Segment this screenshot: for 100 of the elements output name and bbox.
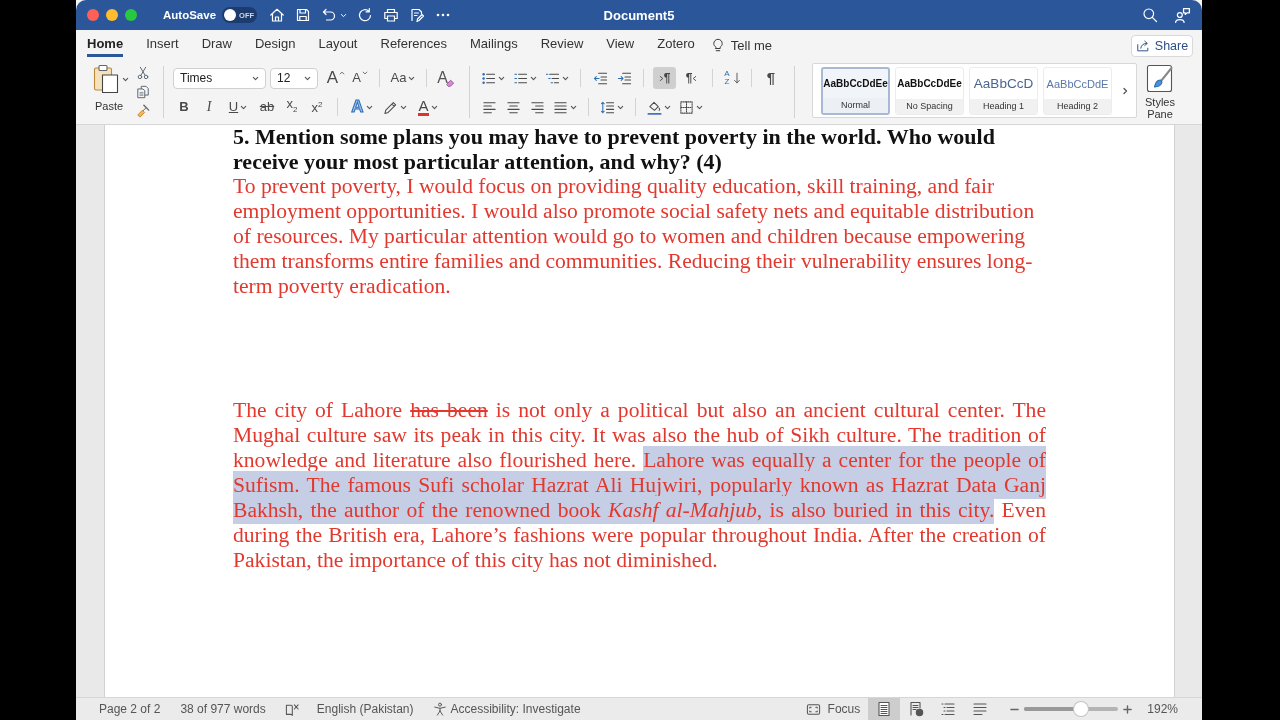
caret-icon xyxy=(562,74,569,82)
shrink-font-button[interactable]: A xyxy=(350,68,370,88)
caret-icon xyxy=(664,103,671,111)
italic-button[interactable]: I xyxy=(199,97,219,117)
decrease-indent-icon xyxy=(592,70,608,86)
ribbon-tab[interactable]: Mailings xyxy=(470,30,518,57)
left-to-right-button[interactable]: ¶ xyxy=(653,67,676,89)
lightbulb-icon xyxy=(710,38,725,52)
bulleted-list-icon xyxy=(481,70,496,86)
caret-icon xyxy=(696,103,703,111)
caret-icon xyxy=(122,75,129,83)
chevron-up-icon xyxy=(339,70,346,76)
ribbon-tab[interactable]: Layout xyxy=(318,30,358,57)
ribbon-tab[interactable]: Zotero xyxy=(657,30,695,57)
chevron-right-icon xyxy=(658,74,664,82)
ribbon-tab[interactable]: View xyxy=(606,30,635,57)
focus-button[interactable]: Focus xyxy=(805,701,861,717)
chevron-right-icon[interactable] xyxy=(1121,86,1129,95)
lines-icon xyxy=(972,701,989,717)
printer-icon[interactable] xyxy=(383,7,400,23)
undo-icon[interactable] xyxy=(321,7,338,23)
align-right-icon xyxy=(529,99,545,115)
ribbon-tab[interactable]: Draw xyxy=(201,30,232,57)
word-count[interactable]: 38 of 977 words xyxy=(180,702,266,716)
page-count: Page 2 of 2 xyxy=(99,702,161,716)
scissors-icon[interactable] xyxy=(136,66,150,80)
question-heading: 5. Mention some plans you may have to prevent poverty in the world. Who would receive your most particular attention, and why? (4) xyxy=(233,125,996,174)
font-size-field[interactable]: 12 xyxy=(270,67,318,89)
window-title: Document5 xyxy=(603,7,675,23)
home-icon[interactable] xyxy=(269,7,286,23)
caret-icon xyxy=(570,103,577,111)
align-left-icon xyxy=(481,99,497,115)
search-icon[interactable] xyxy=(1142,7,1158,23)
document-pen-icon[interactable] xyxy=(409,7,426,23)
caret-icon xyxy=(252,74,259,82)
copy-icon[interactable] xyxy=(136,85,150,99)
caret-icon xyxy=(408,74,416,82)
caret-icon xyxy=(617,103,624,111)
zoom-in-icon[interactable] xyxy=(1123,704,1133,714)
accessibility-label[interactable]: Accessibility: Investigate xyxy=(450,702,581,716)
sort-button[interactable]: A Z xyxy=(722,68,742,88)
outline-list-icon xyxy=(940,701,957,717)
strikethrough-button[interactable]: ab xyxy=(257,97,277,117)
caret-icon xyxy=(304,74,311,82)
ribbon-tab[interactable]: Review xyxy=(540,30,584,57)
paint-bucket-icon xyxy=(647,99,662,115)
show-marks-button[interactable]: ¶ xyxy=(761,68,781,88)
autosave-label: AutoSave xyxy=(163,9,217,21)
chevron-left-icon xyxy=(692,74,698,82)
paintbrush-icon[interactable] xyxy=(136,104,150,118)
person-chat-icon[interactable] xyxy=(1174,6,1191,24)
save-icon[interactable] xyxy=(295,7,312,23)
grow-font-button[interactable]: A xyxy=(326,68,346,88)
clipboard-icon xyxy=(93,64,121,94)
tell-me-button[interactable]: Tell me xyxy=(710,30,772,58)
ribbon-tab[interactable]: Design xyxy=(255,30,296,57)
superscript-button[interactable]: x$^{2}$ xyxy=(307,97,327,117)
zoom-slider[interactable] xyxy=(1024,702,1119,716)
style-option[interactable]: AaBbCcDdEe Normal xyxy=(821,66,890,115)
subscript-button[interactable]: x$_{2}$ xyxy=(282,97,302,117)
style-option[interactable]: AaBbCcDdEe No Spacing xyxy=(895,66,964,115)
accessibility-icon[interactable] xyxy=(432,702,447,716)
underline-button[interactable]: U xyxy=(224,97,252,117)
style-option[interactable]: AaBbCcDdE Heading 2 xyxy=(1043,66,1112,115)
increase-indent-icon xyxy=(616,70,632,86)
book-icon[interactable] xyxy=(284,701,300,717)
language-label[interactable]: English (Pakistan) xyxy=(316,702,414,716)
change-case-button[interactable]: Aa xyxy=(389,68,417,88)
caret-icon xyxy=(530,74,537,82)
share-icon xyxy=(1135,39,1150,53)
ribbon-tab[interactable]: Insert xyxy=(146,30,179,57)
caret-icon xyxy=(365,103,373,111)
line-spacing-icon xyxy=(600,99,615,115)
justify-icon xyxy=(553,99,568,115)
page-lines-icon xyxy=(876,701,893,717)
font-name-field[interactable]: Times xyxy=(173,67,266,89)
caret-icon xyxy=(400,103,407,111)
style-option[interactable]: AaBbCcD Heading 1 xyxy=(969,66,1038,115)
frame-icon xyxy=(805,701,821,717)
share-button[interactable]: Share xyxy=(1131,35,1193,57)
clear-formatting-button[interactable]: A xyxy=(436,68,456,88)
bold-button[interactable]: B xyxy=(174,97,194,117)
answer-paragraph: To prevent poverty, I would focus on providing quality education, skill training, and fair employment opportunities. I would also promote social safety nets and equitable distribution of resources. My particular attention would go to women and children because empowering them transforms entire families and communities. Reducing their vulnerability ensures long-term poverty eradication. xyxy=(233,174,1036,299)
paste-button[interactable]: Paste xyxy=(88,64,130,118)
maximize-button[interactable] xyxy=(125,9,137,21)
paintbrush-frame-icon xyxy=(1146,64,1174,94)
borders-icon xyxy=(679,99,694,115)
print-layout-button[interactable] xyxy=(868,698,901,720)
right-to-left-button[interactable]: ¶ xyxy=(680,67,703,89)
caret-icon[interactable] xyxy=(340,11,348,19)
redo-icon[interactable] xyxy=(357,7,374,23)
ribbon-tab[interactable]: References xyxy=(380,30,447,57)
passage-paragraph: The city of Lahore has been is not only a political but also an ancient cultural center. The Mughal culture saw its peak in this city. It was also the hub of Sikh culture. The tradition of knowledge and literature also flourished here. Lahore was equally a center for the people of Sufism. The famous Sufi scholar Hazrat Ali Hujwiri, popularly known as Hazrat Data Ganj Bakhsh, the author of the renowned book Kashf al-Mahjub, is also buried in this city. Even during the British era, Lahore’s fashions were popular throughout India. After the creation of Pakistan, the importance of this city has not diminished. xyxy=(233,398,1046,573)
minimize-button[interactable] xyxy=(106,9,118,21)
caret-icon xyxy=(430,103,438,111)
zoom-slider-thumb[interactable] xyxy=(1073,702,1088,716)
zoom-percentage[interactable]: 192% xyxy=(1147,702,1178,716)
styles-pane-button[interactable]: Styles Pane xyxy=(1141,64,1179,120)
caret-icon xyxy=(498,74,505,82)
font-color-button[interactable]: A xyxy=(414,97,442,117)
